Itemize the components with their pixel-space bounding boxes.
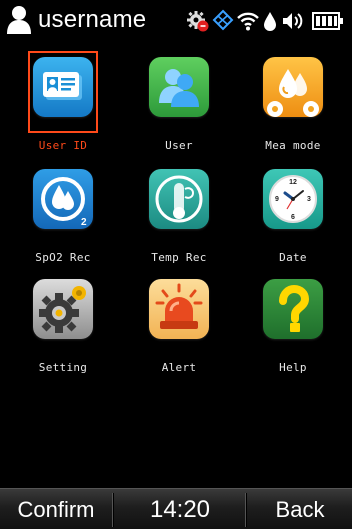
time-display: 14:20 (149, 495, 211, 523)
wifi-icon (237, 12, 259, 31)
app-label: Help (279, 361, 307, 374)
app-label: Temp Rec (151, 251, 207, 264)
app-mea-mode[interactable]: Mea mode (238, 51, 348, 163)
username-label: username (38, 6, 147, 33)
users-icon (149, 57, 209, 117)
app-label: Alert (161, 361, 197, 374)
clock-icon: 12 3 6 9 (263, 169, 323, 229)
app-user-id[interactable]: User ID (8, 51, 118, 163)
spo2-subscript: 2 (81, 217, 87, 228)
app-label: User ID (38, 139, 88, 152)
id-card-icon (33, 57, 93, 117)
app-date[interactable]: 12 3 6 9 Date (238, 163, 348, 275)
drops-gears-icon (263, 57, 323, 117)
app-label: Mea mode (265, 139, 321, 152)
spo2-drops-icon: 2 (33, 169, 93, 229)
back-button[interactable]: Back (248, 489, 352, 529)
app-label: SpO2 Rec (35, 251, 91, 264)
settings-alert-icon (187, 11, 209, 32)
question-icon (263, 279, 323, 339)
gear-icon (33, 279, 93, 339)
bluetooth-sync-icon (212, 9, 234, 31)
divider (112, 493, 114, 527)
status-icons (186, 9, 344, 33)
user-icon (7, 6, 31, 34)
clock-number: 3 (307, 196, 311, 203)
status-bar: username (0, 0, 352, 41)
app-temp-rec[interactable]: Temp Rec (124, 163, 234, 275)
bottom-bar: Confirm 14:20 Back (0, 488, 352, 529)
app-spo2-rec[interactable]: 2 SpO2 Rec (8, 163, 118, 275)
thermometer-icon (149, 169, 209, 229)
app-setting[interactable]: Setting (8, 273, 118, 385)
app-label: Setting (38, 361, 88, 374)
confirm-button[interactable]: Confirm (0, 489, 112, 529)
clock-number: 12 (289, 179, 297, 186)
battery-icon (312, 12, 343, 30)
drop-icon (264, 12, 276, 31)
app-label: User (165, 139, 193, 152)
alarm-light-icon (149, 279, 209, 339)
app-user[interactable]: User (124, 51, 234, 163)
volume-icon (283, 13, 303, 29)
app-help[interactable]: Help (238, 273, 348, 385)
app-grid: User ID User Mea mode 2 SpO2 Rec Temp Re… (0, 41, 352, 473)
app-alert[interactable]: Alert (124, 273, 234, 385)
clock-number: 6 (291, 214, 295, 221)
app-label: Date (279, 251, 307, 264)
clock-number: 9 (275, 196, 279, 203)
divider (245, 493, 247, 527)
